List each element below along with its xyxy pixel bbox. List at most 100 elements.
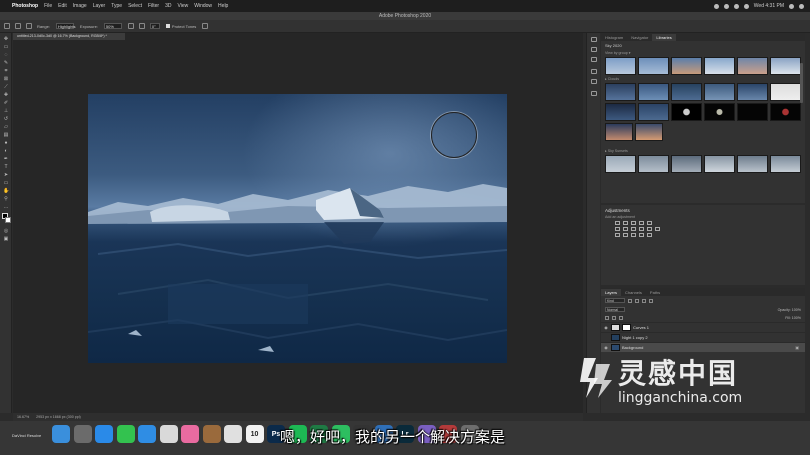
zoom-tool-icon[interactable]: ⚲ [3, 197, 9, 202]
frame-tool-icon[interactable]: ⊠ [3, 77, 9, 82]
hand-tool-icon[interactable]: ✋ [3, 189, 9, 194]
library-item[interactable] [638, 57, 669, 75]
library-item[interactable] [671, 57, 702, 75]
history-panel-icon[interactable] [591, 37, 597, 42]
library-item[interactable] [737, 103, 768, 121]
launchpad-icon[interactable] [73, 425, 92, 443]
fill-field[interactable]: Fill: 100% [785, 316, 801, 320]
layer-row[interactable]: ◉ Background ▣ [601, 342, 805, 352]
gradient-map-icon[interactable] [639, 233, 644, 237]
menu-clock[interactable]: Wed 4:31 PM [754, 3, 784, 9]
layer-row[interactable]: ◉ Curves 1 [601, 322, 805, 332]
marquee-tool-icon[interactable]: ▭ [3, 45, 9, 50]
path-select-tool-icon[interactable]: ➤ [3, 173, 9, 178]
type-tool-icon[interactable]: T [3, 165, 9, 170]
color-balance-icon[interactable] [623, 227, 628, 231]
stamp-tool-icon[interactable]: ⊥ [3, 109, 9, 114]
library-item[interactable] [605, 103, 636, 121]
library-item[interactable] [638, 83, 669, 101]
menu-app-name[interactable]: Photoshop [12, 3, 38, 9]
tab-libraries[interactable]: Libraries [652, 34, 676, 41]
pen-tool-icon[interactable]: ✒ [3, 157, 9, 162]
library-item[interactable] [704, 103, 735, 121]
menu-view[interactable]: View [178, 3, 189, 9]
properties-panel-icon[interactable] [591, 69, 597, 74]
opacity-field[interactable]: Opacity: 100% [778, 308, 801, 312]
layer-kind-filter[interactable]: Kind [605, 298, 625, 303]
document-tab[interactable]: untitled-213-0d0c-3d0 @ 16.7% (Backgroun… [13, 33, 125, 40]
more-tools-icon[interactable]: … [3, 205, 9, 210]
notes-icon[interactable] [202, 425, 221, 443]
libraries-scrollbar[interactable] [800, 63, 803, 103]
library-item[interactable] [671, 155, 702, 173]
battery-icon[interactable] [743, 3, 749, 9]
library-item[interactable] [635, 123, 663, 141]
library-item[interactable] [605, 155, 636, 173]
menu-file[interactable]: File [44, 3, 52, 9]
photos-icon[interactable] [181, 425, 199, 443]
brightness-icon[interactable] [615, 221, 620, 225]
lasso-tool-icon[interactable]: ◌ [3, 53, 9, 58]
library-item[interactable] [671, 83, 702, 101]
dodge-tool-icon[interactable] [15, 23, 21, 29]
library-item[interactable] [737, 83, 768, 101]
quick-select-tool-icon[interactable]: ✎ [3, 61, 9, 66]
volume-icon[interactable] [733, 3, 739, 9]
visibility-eye-icon[interactable]: ◉ [601, 345, 611, 350]
curves-icon[interactable] [631, 221, 636, 225]
filter-pixel-icon[interactable] [628, 298, 632, 303]
filter-type-icon[interactable] [642, 298, 646, 303]
menu-3d[interactable]: 3D [165, 3, 171, 9]
exposure-field[interactable]: 50% [103, 23, 122, 29]
eyedropper-tool-icon[interactable]: ⟋ [3, 85, 9, 90]
lock-all-icon[interactable] [619, 316, 623, 320]
library-item[interactable] [770, 103, 801, 121]
menu-layer[interactable]: Layer [93, 3, 106, 9]
history-brush-tool-icon[interactable]: ↺ [3, 117, 9, 122]
invert-icon[interactable] [615, 233, 620, 237]
library-item[interactable] [638, 155, 669, 173]
tab-navigator[interactable]: Navigator [627, 34, 652, 41]
chrome-icon[interactable] [159, 425, 178, 443]
posterize-icon[interactable] [623, 233, 628, 237]
calendar-icon[interactable]: 10 [245, 425, 264, 443]
info-panel-icon[interactable] [591, 91, 597, 96]
screen-mode-icon[interactable]: ▣ [3, 237, 9, 242]
background-color-swatch[interactable] [5, 217, 11, 223]
gradient-tool-icon[interactable]: ▤ [3, 133, 9, 138]
reminders-icon[interactable] [224, 425, 242, 443]
finder-icon[interactable] [52, 425, 70, 443]
visibility-eye-icon[interactable]: ◉ [601, 325, 611, 330]
brush-panel-icon[interactable] [591, 79, 597, 84]
tab-paths[interactable]: Paths [646, 289, 664, 296]
brush-tool-icon[interactable]: ✐ [3, 101, 9, 106]
menu-type[interactable]: Type [111, 3, 122, 9]
status-icon[interactable] [713, 3, 719, 9]
protect-tones-checkbox[interactable] [165, 24, 170, 28]
filter-shape-icon[interactable] [649, 298, 653, 303]
lock-pixels-icon[interactable] [605, 316, 609, 320]
layer-name[interactable]: Night 1 copy 2 [622, 335, 648, 340]
menu-window[interactable]: Window [194, 3, 212, 9]
dock-left-label[interactable]: DaVinci Resolve [12, 433, 41, 438]
chat-icon[interactable] [138, 425, 156, 443]
lock-position-icon[interactable] [612, 316, 616, 320]
layer-mask-thumbnail[interactable] [622, 324, 631, 331]
angle-field[interactable]: 0° [149, 23, 160, 29]
menu-image[interactable]: Image [73, 3, 87, 9]
levels-icon[interactable] [623, 221, 628, 225]
menu-filter[interactable]: Filter [148, 3, 159, 9]
move-tool-icon[interactable]: ✥ [3, 37, 9, 42]
library-item[interactable] [770, 155, 801, 173]
filter-adjustment-icon[interactable] [635, 298, 639, 303]
layer-name[interactable]: Curves 1 [633, 325, 649, 330]
crop-tool-icon[interactable]: ⌗ [3, 69, 9, 74]
library-item[interactable] [605, 123, 633, 141]
healing-tool-icon[interactable]: ✚ [3, 93, 9, 98]
range-select[interactable]: Highlights [55, 23, 75, 29]
color-lookup-icon[interactable] [655, 227, 660, 231]
safari-icon[interactable] [95, 425, 113, 443]
control-center-icon[interactable] [799, 3, 804, 9]
pressure-icon[interactable] [202, 23, 209, 29]
library-item[interactable] [704, 155, 735, 173]
